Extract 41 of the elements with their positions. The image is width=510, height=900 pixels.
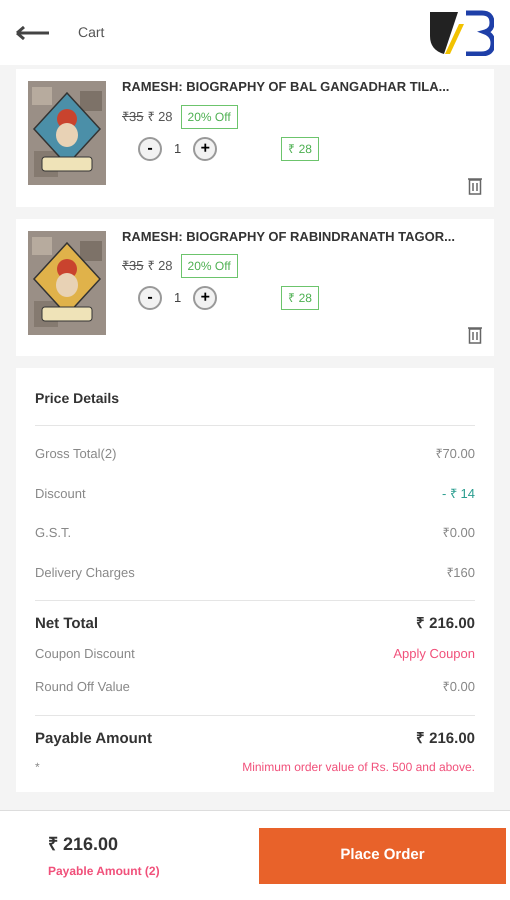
product-title: RAMESH: BIOGRAPHY OF BAL GANGADHAR TILA... [122,78,450,96]
trash-icon[interactable] [468,326,482,344]
decrease-button[interactable]: - [138,286,162,310]
price-value: ₹160 [446,564,475,582]
section-title: Price Details [35,388,475,426]
price-value: ₹ 216.00 [416,614,475,634]
product-title: RAMESH: BIOGRAPHY OF RABINDRANATH TAGOR... [122,228,456,246]
price-label: Gross Total(2) [35,445,116,463]
page-title: Cart [78,23,104,42]
price-label: G.S.T. [35,524,72,542]
item-total: ₹ 28 [281,136,319,160]
old-price: ₹35 [122,108,144,126]
price-label: Delivery Charges [35,564,135,582]
discount-badge: 20% Off [180,104,238,128]
total-amount: ₹ 216.00 [48,833,120,856]
trash-icon[interactable] [468,176,482,194]
old-price: ₹35 [122,257,144,276]
logo-icon [428,10,494,56]
price: ₹ 28 [147,108,173,126]
decrease-button[interactable]: - [138,136,162,160]
price-label: Payable Amount [35,728,152,748]
quantity: 1 [174,140,182,158]
price-label: * [35,759,40,776]
payable-caption: Payable Amount (2) [48,863,160,880]
price-value: ₹70.00 [435,445,475,463]
quantity: 1 [174,289,182,308]
price-label: Round Off Value [35,678,130,696]
back-arrow-icon[interactable] [16,26,50,40]
price-value: Minimum order value of Rs. 500 and above. [242,759,475,776]
price-label: Discount [35,484,86,502]
price-label: Net Total [35,614,98,634]
discount-badge: 20% Off [180,254,238,278]
price-value: ₹0.00 [442,678,475,696]
price-label: Coupon Discount [35,644,135,663]
price-value: ₹ 216.00 [416,728,475,748]
price-value: ₹0.00 [442,524,475,542]
increase-button[interactable]: + [193,136,218,160]
price-value: - ₹ 14 [442,484,475,502]
increase-button[interactable]: + [193,286,218,310]
price: ₹ 28 [147,257,173,276]
item-total: ₹ 28 [281,286,319,310]
